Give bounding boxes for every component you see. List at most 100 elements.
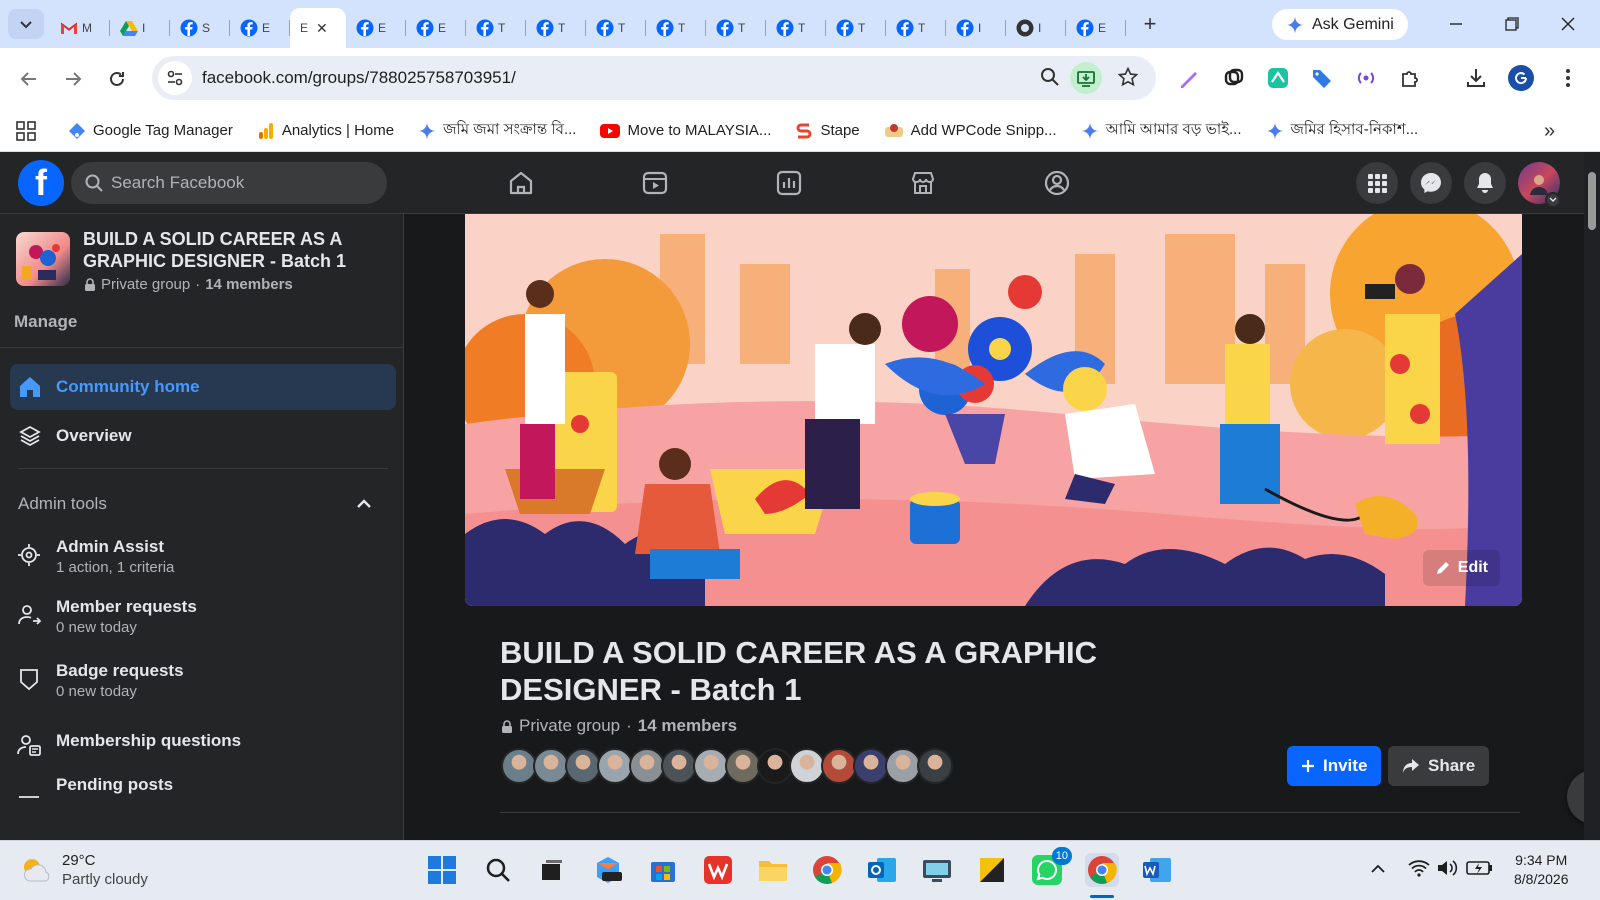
tab-search-button[interactable]: [8, 9, 44, 39]
volume-control[interactable]: [1436, 858, 1458, 878]
member-avatar[interactable]: [789, 748, 825, 784]
share-button[interactable]: Share: [1388, 746, 1490, 786]
nav-groups-feed[interactable]: [772, 166, 806, 200]
taskbar-whatsapp-app[interactable]: 10: [1030, 847, 1072, 887]
taskbar-wps-app[interactable]: [701, 853, 735, 887]
bookmark-item[interactable]: Move to MALAYSIA...: [600, 122, 771, 139]
bookmark-item[interactable]: Google Tag Manager: [68, 122, 233, 140]
member-avatar[interactable]: [757, 748, 793, 784]
nav-gaming[interactable]: [1040, 166, 1074, 200]
member-avatar[interactable]: [597, 748, 633, 784]
taskbar-chrome-app[interactable]: [810, 853, 844, 887]
member-avatar[interactable]: [917, 748, 953, 784]
start-button[interactable]: [425, 853, 459, 887]
taskbar-notes-app[interactable]: [975, 853, 1009, 887]
bookmark-item[interactable]: আমি আমার বড় ভাই...: [1080, 118, 1242, 143]
minimize-button[interactable]: [1428, 0, 1484, 48]
browser-tab[interactable]: T: [466, 11, 526, 45]
battery-status[interactable]: [1466, 859, 1494, 877]
browser-tab[interactable]: E: [230, 11, 290, 45]
more-bookmarks-button[interactable]: »: [1544, 120, 1555, 143]
extension-pen[interactable]: [1177, 66, 1201, 90]
extension-green[interactable]: [1266, 66, 1290, 90]
browser-tab[interactable]: S: [170, 11, 230, 45]
taskbar-file-explorer[interactable]: [756, 853, 790, 887]
task-view-button[interactable]: [534, 853, 568, 887]
zoom-button[interactable]: [1040, 67, 1060, 87]
bookmark-star-button[interactable]: [1118, 67, 1138, 87]
browser-tab[interactable]: E: [1066, 11, 1126, 45]
extension-tag[interactable]: [1310, 66, 1334, 90]
browser-tab[interactable]: T: [826, 11, 886, 45]
sidebar-item-member-requests[interactable]: Member requests 0 new today: [16, 596, 396, 638]
site-info-button[interactable]: [158, 61, 192, 95]
weather-widget[interactable]: 29°C Partly cloudy: [20, 851, 148, 889]
restore-button[interactable]: [1484, 0, 1540, 48]
nav-home[interactable]: [504, 166, 538, 200]
browser-tab[interactable]: E ✕: [290, 8, 346, 48]
scrollbar-thumb[interactable]: [1588, 172, 1596, 230]
forward-button[interactable]: [54, 60, 92, 98]
facebook-logo[interactable]: f: [18, 160, 64, 206]
member-avatar[interactable]: [565, 748, 601, 784]
member-avatar[interactable]: [629, 748, 665, 784]
close-tab-button[interactable]: ✕: [316, 20, 328, 37]
notifications-button[interactable]: [1464, 162, 1506, 204]
extension-signal[interactable]: [1354, 66, 1378, 90]
browser-tab[interactable]: T: [706, 11, 766, 45]
wifi-status[interactable]: [1408, 858, 1430, 878]
member-avatar[interactable]: [725, 748, 761, 784]
browser-tab[interactable]: E: [346, 11, 406, 45]
member-avatar[interactable]: [501, 748, 537, 784]
back-button[interactable]: [10, 60, 48, 98]
taskbar-chrome-profile-app[interactable]: [1085, 853, 1119, 887]
member-avatar[interactable]: [661, 748, 697, 784]
show-hidden-icons-button[interactable]: [1370, 861, 1386, 877]
browser-menu-button[interactable]: [1556, 66, 1580, 90]
group-member-count[interactable]: 14 members: [638, 716, 737, 736]
group-thumbnail[interactable]: [16, 232, 70, 286]
admin-tools-collapse-button[interactable]: [356, 496, 372, 512]
taskbar-search-button[interactable]: [481, 853, 515, 887]
sidebar-item-community-home[interactable]: Community home: [10, 364, 396, 410]
taskbar-m365-app[interactable]: [591, 853, 625, 887]
menu-button[interactable]: [1356, 162, 1398, 204]
browser-tab[interactable]: T: [646, 11, 706, 45]
taskbar-outlook-app[interactable]: [865, 853, 899, 887]
bookmark-item[interactable]: Add WPCode Snipp...: [884, 122, 1057, 139]
extension-loop[interactable]: [1222, 66, 1246, 90]
member-avatar[interactable]: [821, 748, 857, 784]
system-clock[interactable]: 9:34 PM 8/8/2026: [1514, 851, 1569, 889]
sidebar-item-badge-requests[interactable]: Badge requests 0 new today: [16, 660, 396, 702]
sidebar-item-admin-assist[interactable]: Admin Assist 1 action, 1 criteria: [16, 536, 396, 578]
edit-cover-button[interactable]: Edit: [1422, 550, 1500, 586]
messenger-button[interactable]: [1410, 162, 1452, 204]
compose-message-button[interactable]: [1567, 770, 1584, 824]
sidebar-item-membership-questions[interactable]: Membership questions: [16, 726, 396, 758]
facebook-search-input[interactable]: Search Facebook: [71, 162, 387, 204]
member-avatar[interactable]: [533, 748, 569, 784]
page-scrollbar[interactable]: [1584, 152, 1600, 840]
member-avatar[interactable]: [853, 748, 889, 784]
sidebar-item-pending-posts[interactable]: Pending posts: [16, 770, 396, 802]
apps-button[interactable]: [16, 120, 38, 141]
browser-tab[interactable]: T: [766, 11, 826, 45]
account-menu-chevron[interactable]: [1545, 192, 1561, 208]
close-window-button[interactable]: [1540, 0, 1596, 48]
member-avatar[interactable]: [693, 748, 729, 784]
bookmark-item[interactable]: Analytics | Home: [257, 122, 394, 140]
browser-tab[interactable]: E: [406, 11, 466, 45]
group-name[interactable]: BUILD A SOLID CAREER AS A GRAPHIC DESIGN…: [83, 228, 383, 272]
browser-tab[interactable]: T: [526, 11, 586, 45]
nav-marketplace[interactable]: [906, 166, 940, 200]
new-tab-button[interactable]: +: [1138, 11, 1162, 37]
browser-tab[interactable]: T: [586, 11, 646, 45]
downloads-button[interactable]: [1464, 66, 1488, 90]
browser-tab[interactable]: M: [50, 11, 110, 45]
browser-tab[interactable]: T: [886, 11, 946, 45]
reload-button[interactable]: [98, 60, 136, 98]
browser-tab[interactable]: I: [110, 11, 170, 45]
invite-button[interactable]: Invite: [1287, 746, 1382, 786]
bookmark-item[interactable]: Stape: [795, 122, 860, 140]
sidebar-item-overview[interactable]: Overview: [10, 413, 396, 459]
